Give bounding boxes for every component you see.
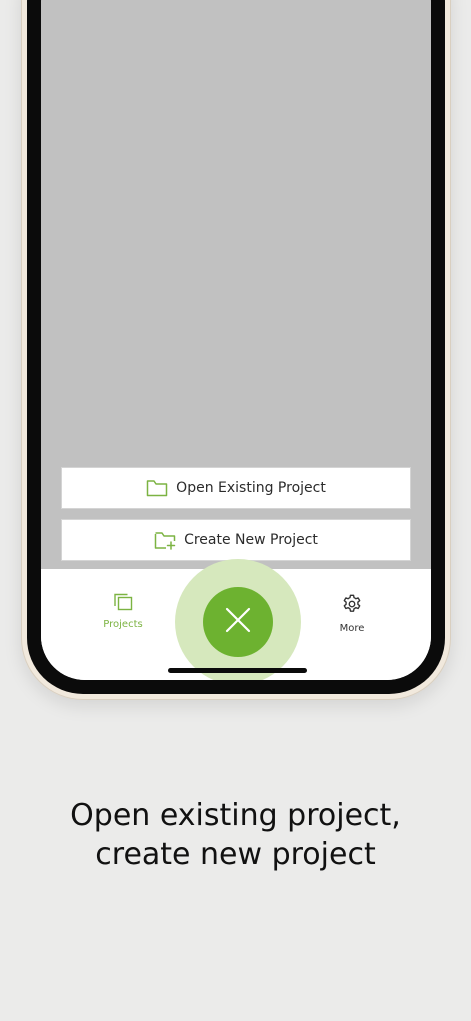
- tab-more[interactable]: More: [317, 593, 387, 634]
- phone-frame: Open Existing Project Create New Project: [21, 0, 451, 700]
- phone-screen: Open Existing Project Create New Project: [41, 0, 431, 680]
- create-new-project-button[interactable]: Create New Project: [61, 519, 411, 561]
- tab-projects-label: Projects: [103, 619, 143, 630]
- home-indicator: [168, 668, 307, 673]
- folder-plus-icon: [154, 531, 176, 550]
- promo-caption: Open existing project, create new projec…: [0, 796, 471, 874]
- close-menu-button[interactable]: [203, 587, 273, 657]
- close-icon: [225, 607, 251, 638]
- folder-icon: [146, 479, 168, 497]
- bottom-tab-bar: Projects More: [41, 559, 431, 680]
- caption-line-1: Open existing project,: [70, 798, 401, 833]
- projects-icon: [113, 593, 133, 616]
- tab-more-label: More: [339, 623, 365, 634]
- open-existing-project-label: Open Existing Project: [176, 480, 326, 496]
- app-store-screenshot: Open Existing Project Create New Project: [0, 0, 471, 1021]
- caption-line-2: create new project: [95, 837, 376, 872]
- phone-bezel: Open Existing Project Create New Project: [27, 0, 445, 694]
- tab-projects[interactable]: Projects: [88, 593, 158, 630]
- open-existing-project-button[interactable]: Open Existing Project: [61, 467, 411, 509]
- gear-icon: [341, 593, 363, 620]
- create-new-project-label: Create New Project: [184, 532, 318, 548]
